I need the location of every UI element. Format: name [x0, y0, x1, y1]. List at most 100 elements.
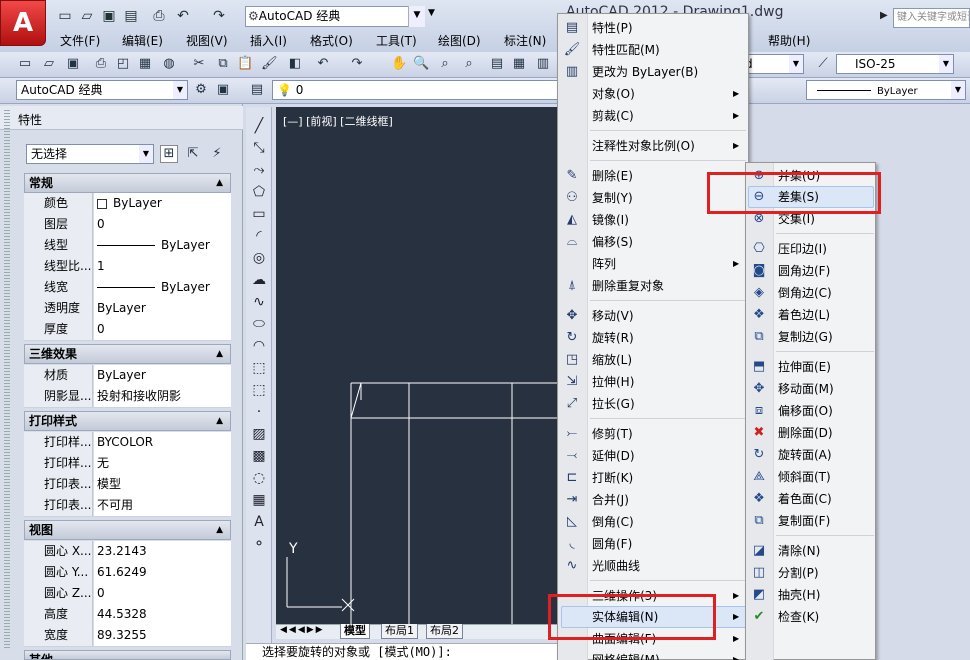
palette-grip[interactable] — [4, 110, 10, 650]
application-menu-button[interactable]: A — [0, 0, 46, 46]
menu-item-change-bylayer[interactable]: 更改为 ByLayer(B) — [592, 63, 698, 81]
copy-clip-icon[interactable]: ⧉ — [214, 55, 232, 73]
prop-row[interactable]: 高度 44.5328 — [24, 604, 231, 626]
mtext-icon[interactable]: A — [249, 512, 269, 532]
prop-row[interactable]: 材质 ByLayer — [24, 365, 231, 387]
submenu-item-copy-face[interactable]: 复制面(F) — [778, 512, 830, 530]
workspace-select[interactable]: ⚙AutoCAD 经典 — [245, 6, 425, 27]
line-icon[interactable]: ╱ — [249, 116, 269, 136]
prop-row[interactable]: 打印表... 不可用 — [24, 495, 231, 517]
saveas-icon[interactable]: ▤ — [122, 8, 140, 24]
hatch-icon[interactable]: ▨ — [249, 424, 269, 444]
region-icon[interactable]: ◌ — [249, 468, 269, 488]
submenu-item-copy-edge[interactable]: 复制边(G) — [778, 328, 833, 346]
menu-draw[interactable]: 绘图(D) — [438, 32, 481, 49]
submenu-item-color-edge[interactable]: 着色边(L) — [778, 306, 830, 324]
menu-edit[interactable]: 编辑(E) — [122, 32, 163, 49]
menu-file[interactable]: 文件(F) — [60, 32, 100, 49]
submenu-item-rotate-face[interactable]: 旋转面(A) — [778, 446, 832, 464]
toggle-pickadd-icon[interactable]: ⊞ — [160, 145, 178, 163]
prop-row[interactable]: 颜色 ByLayer — [24, 193, 231, 215]
search-input[interactable]: 键入关键字或短语 — [893, 8, 970, 28]
submenu-item-chamfer-edge[interactable]: 倒角边(C) — [778, 284, 832, 302]
search-arrow-icon[interactable]: ▶ — [880, 10, 888, 21]
match-prop-icon[interactable]: 🖌 — [260, 55, 278, 73]
menu-item-stretch[interactable]: 拉伸(H) — [592, 373, 634, 391]
ellipse-arc-icon[interactable]: ◠ — [249, 336, 269, 356]
zoom-previous-icon[interactable]: ⌕ — [460, 55, 478, 73]
undo-icon[interactable]: ↶ — [314, 55, 332, 73]
layer-manager-icon[interactable]: ▤ — [248, 81, 266, 99]
prop-row[interactable]: 图层 0 — [24, 214, 231, 236]
menu-view[interactable]: 视图(V) — [186, 32, 228, 49]
chevron-down-icon[interactable]: ▼ — [408, 6, 425, 27]
menu-item-mirror[interactable]: 镜像(I) — [592, 211, 629, 229]
menu-item-offset[interactable]: 偏移(S) — [592, 233, 633, 251]
polygon-icon[interactable]: ⬠ — [249, 182, 269, 202]
menu-item-join[interactable]: 合并(J) — [592, 491, 629, 509]
menu-item-trim[interactable]: 修剪(T) — [592, 425, 633, 443]
menu-item-move[interactable]: 移动(V) — [592, 307, 634, 325]
group-3d-effects[interactable]: 三维效果 ▲ — [24, 344, 231, 364]
menu-item-match-properties[interactable]: 特性匹配(M) — [592, 41, 660, 59]
prop-row[interactable]: 打印样... 无 — [24, 453, 231, 475]
spline-icon[interactable]: ∿ — [249, 292, 269, 312]
save-icon[interactable]: ▣ — [64, 55, 82, 73]
menu-item-scale[interactable]: 缩放(L) — [592, 351, 632, 369]
menu-item-object[interactable]: 对象(O) — [592, 85, 635, 103]
publish-icon[interactable]: ▦ — [136, 55, 154, 73]
prop-row[interactable]: 圆心 X... 23.2143 — [24, 541, 231, 563]
submenu-item-extrude-face[interactable]: 拉伸面(E) — [778, 358, 831, 376]
make-block-icon[interactable]: ⬚ — [249, 380, 269, 400]
menu-item-properties[interactable]: 特性(P) — [592, 19, 633, 37]
dim-style-icon[interactable]: ⟋ — [814, 55, 832, 73]
paste-icon[interactable]: 📋 — [236, 55, 254, 73]
submenu-item-check[interactable]: 检查(K) — [778, 608, 819, 626]
menu-item-lengthen[interactable]: 拉长(G) — [592, 395, 635, 413]
tab-layout1[interactable]: 布局1 — [381, 624, 418, 639]
selection-select[interactable]: 无选择 ▼ — [26, 144, 154, 164]
workspace-settings-icon[interactable]: ▣ — [214, 81, 232, 99]
table-icon[interactable]: ▦ — [249, 490, 269, 510]
arc-icon[interactable]: ◜ — [249, 226, 269, 246]
new-icon[interactable]: ▭ — [56, 8, 74, 24]
group-general[interactable]: 常规 ▲ — [24, 173, 231, 193]
prop-row[interactable]: 圆心 Y... 61.6249 — [24, 562, 231, 584]
insert-block-icon[interactable]: ⬚ — [249, 358, 269, 378]
quick-select-icon[interactable]: ⚡ — [208, 145, 226, 163]
circle-icon[interactable]: ◎ — [249, 248, 269, 268]
menu-format[interactable]: 格式(O) — [310, 32, 353, 49]
preview-icon[interactable]: ◰ — [114, 55, 132, 73]
menu-item-mesh-editing[interactable]: 网格编辑(M) — [592, 651, 660, 660]
cut-icon[interactable]: ✂ — [190, 55, 208, 73]
tab-nav-arrows-icon[interactable]: ◀◀◀▶▶ — [280, 625, 325, 635]
save-icon[interactable]: ▣ — [100, 8, 118, 24]
menu-help[interactable]: 帮助(H) — [768, 32, 810, 49]
prop-row[interactable]: 圆心 Z... 0 — [24, 583, 231, 605]
properties-icon[interactable]: ▤ — [488, 55, 506, 73]
prop-row[interactable]: 厚度 0 — [24, 319, 231, 341]
3dprint-icon[interactable]: ◍ — [160, 55, 178, 73]
menu-item-annotative-scale[interactable]: 注释性对象比例(O) — [592, 137, 695, 155]
zoom-window-icon[interactable]: ⌕ — [436, 55, 454, 73]
menu-tools[interactable]: 工具(T) — [376, 32, 417, 49]
tool-palettes-icon[interactable]: ▥ — [534, 55, 552, 73]
submenu-item-offset-face[interactable]: 偏移面(O) — [778, 402, 833, 420]
workspace-select-2[interactable]: AutoCAD 经典 ▼ — [16, 80, 188, 100]
rectangle-icon[interactable]: ▭ — [249, 204, 269, 224]
add-selected-icon[interactable]: ⚬ — [249, 534, 269, 554]
layer-select[interactable]: 💡 0 — [272, 80, 558, 100]
menu-item-array[interactable]: 阵列 — [592, 255, 616, 273]
linetype-select[interactable]: ByLayer ▼ — [806, 80, 966, 100]
gradient-icon[interactable]: ▩ — [249, 446, 269, 466]
prop-row[interactable]: 线型比... 1 — [24, 256, 231, 278]
submenu-item-separate[interactable]: 分割(P) — [778, 564, 819, 582]
prop-row[interactable]: 阴影显... 投射和接收阴影 — [24, 386, 231, 408]
submenu-item-fillet-edge[interactable]: 圆角边(F) — [778, 262, 830, 280]
revcloud-icon[interactable]: ☁ — [249, 270, 269, 290]
text-style-select[interactable]: d▼ — [740, 54, 804, 74]
submenu-item-clean[interactable]: 清除(N) — [778, 542, 820, 560]
dim-style-select[interactable]: ISO-25 ▼ — [836, 54, 954, 74]
group-view[interactable]: 视图 ▲ — [24, 520, 231, 540]
menu-item-erase[interactable]: 删除(E) — [592, 167, 633, 185]
